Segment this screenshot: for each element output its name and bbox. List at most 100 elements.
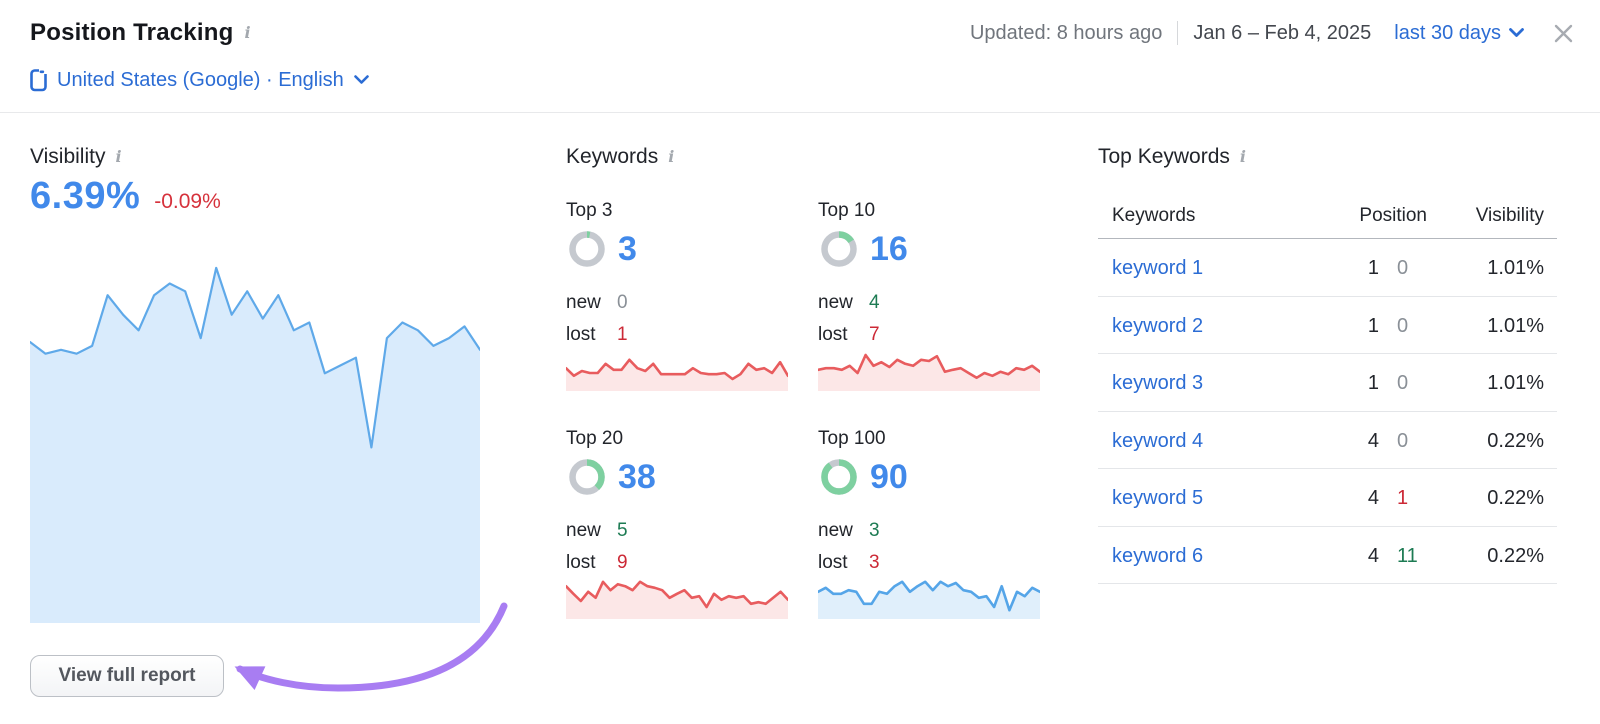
keyword-link[interactable]: keyword 2 bbox=[1112, 315, 1203, 338]
top-keywords-section: Top Keywords i Keywords Position Visibil… bbox=[1098, 145, 1557, 584]
new-label: new bbox=[818, 292, 853, 313]
info-icon[interactable]: i bbox=[668, 149, 674, 165]
table-row: keyword 4 4 0 0.22% bbox=[1098, 412, 1557, 469]
card-count: 38 bbox=[618, 458, 656, 496]
table-row: keyword 3 1 0 1.01% bbox=[1098, 354, 1557, 412]
position-diff: 1 bbox=[1397, 487, 1409, 509]
lost-value: 7 bbox=[869, 324, 880, 345]
table-row: keyword 6 4 11 0.22% bbox=[1098, 527, 1557, 584]
visibility-value: 6.39% bbox=[30, 175, 141, 217]
visibility-title: Visibility bbox=[30, 145, 106, 168]
table-body: keyword 1 1 0 1.01% keyword 2 1 0 1.01% … bbox=[1098, 238, 1557, 584]
position-tracking-widget: Position Tracking i Updated: 8 hours ago… bbox=[0, 0, 1600, 724]
lost-label: lost bbox=[566, 552, 596, 573]
top-keywords-title: Top Keywords bbox=[1098, 145, 1230, 168]
lost-label: lost bbox=[818, 324, 848, 345]
position-diff: 11 bbox=[1397, 544, 1418, 567]
donut-chart bbox=[821, 231, 857, 267]
period-selector-label: last 30 days bbox=[1394, 21, 1501, 44]
column-header-keywords: Keywords bbox=[1112, 205, 1196, 226]
lost-label: lost bbox=[566, 324, 596, 345]
table-row: keyword 1 1 0 1.01% bbox=[1098, 239, 1557, 297]
visibility-value: 0.22% bbox=[1487, 429, 1544, 452]
table-header: Keywords Position Visibility bbox=[1098, 197, 1557, 238]
location-selector[interactable]: United States (Google) · English bbox=[30, 66, 369, 94]
card-label: Top 10 bbox=[818, 200, 876, 221]
position-diff: 0 bbox=[1397, 314, 1409, 337]
card-count: 90 bbox=[870, 458, 908, 496]
position-value: 4 bbox=[1367, 544, 1379, 567]
location-selector-label: United States (Google) · English bbox=[57, 68, 344, 91]
position-diff: 0 bbox=[1397, 257, 1409, 279]
new-value: 5 bbox=[617, 520, 628, 541]
sparkline-chart bbox=[566, 358, 788, 391]
visibility-value: 0.22% bbox=[1487, 544, 1544, 567]
position-value: 4 bbox=[1367, 429, 1379, 452]
visibility-value: 1.01% bbox=[1487, 314, 1544, 337]
keyword-link[interactable]: keyword 1 bbox=[1112, 257, 1203, 280]
position-value: 1 bbox=[1367, 372, 1379, 394]
visibility-section: Visibility i 6.39% -0.09% View full repo… bbox=[30, 145, 480, 705]
close-icon bbox=[1554, 24, 1573, 42]
column-header-position: Position bbox=[1359, 205, 1427, 226]
chevron-down-icon bbox=[354, 75, 369, 84]
visibility-value: 1.01% bbox=[1487, 257, 1544, 279]
visibility-area-chart bbox=[30, 266, 480, 623]
table-row: keyword 2 1 0 1.01% bbox=[1098, 297, 1557, 354]
card-label: Top 100 bbox=[818, 428, 886, 449]
header-divider bbox=[0, 112, 1600, 113]
column-header-visibility: Visibility bbox=[1475, 205, 1544, 226]
new-label: new bbox=[566, 292, 601, 313]
period-selector[interactable]: last 30 days bbox=[1394, 22, 1524, 45]
card-count: 16 bbox=[870, 230, 908, 268]
new-label: new bbox=[818, 520, 853, 541]
donut-chart bbox=[569, 459, 605, 495]
visibility-change: -0.09% bbox=[154, 190, 221, 213]
donut-chart bbox=[569, 231, 605, 267]
info-icon[interactable]: i bbox=[115, 149, 121, 165]
widget-header: Position Tracking i Updated: 8 hours ago… bbox=[30, 16, 1574, 50]
lost-value: 3 bbox=[869, 552, 880, 573]
chevron-down-icon bbox=[1509, 28, 1524, 37]
lost-value: 1 bbox=[617, 324, 628, 345]
new-value: 3 bbox=[869, 520, 880, 541]
donut-chart bbox=[821, 459, 857, 495]
position-value: 4 bbox=[1367, 487, 1379, 509]
keyword-card-top100: Top 100 90 new 3 lost 3 bbox=[818, 429, 1040, 625]
keyword-link[interactable]: keyword 6 bbox=[1112, 545, 1203, 568]
keyword-link[interactable]: keyword 5 bbox=[1112, 487, 1203, 510]
info-icon[interactable]: i bbox=[244, 25, 250, 41]
keyword-link[interactable]: keyword 3 bbox=[1112, 372, 1203, 395]
keywords-section: Keywords i Top 3 3 new 0 lost 1 Top 10 16 … bbox=[566, 145, 1040, 635]
device-icon bbox=[30, 68, 47, 92]
view-full-report-button[interactable]: View full report bbox=[30, 655, 224, 697]
lost-label: lost bbox=[818, 552, 848, 573]
sparkline-chart bbox=[818, 353, 1040, 391]
new-label: new bbox=[566, 520, 601, 541]
card-label: Top 20 bbox=[566, 428, 624, 449]
divider bbox=[1177, 21, 1179, 45]
sparkline-chart bbox=[818, 580, 1040, 619]
visibility-value: 1.01% bbox=[1487, 372, 1544, 394]
close-button[interactable] bbox=[1553, 23, 1574, 44]
page-title: Position Tracking bbox=[30, 19, 234, 46]
keyword-card-top10: Top 10 16 new 4 lost 7 bbox=[818, 201, 1040, 397]
table-row: keyword 5 4 1 0.22% bbox=[1098, 469, 1557, 527]
position-value: 1 bbox=[1367, 314, 1379, 337]
lost-value: 9 bbox=[617, 552, 628, 573]
card-count: 3 bbox=[618, 230, 637, 268]
updated-timestamp: Updated: 8 hours ago bbox=[969, 21, 1163, 44]
visibility-value: 0.22% bbox=[1487, 487, 1544, 509]
keyword-card-top20: Top 20 38 new 5 lost 9 bbox=[566, 429, 788, 625]
keyword-card-top3: Top 3 3 new 0 lost 1 bbox=[566, 201, 788, 397]
position-value: 1 bbox=[1367, 257, 1379, 279]
date-range: Jan 6 – Feb 4, 2025 bbox=[1193, 21, 1372, 44]
sparkline-chart bbox=[566, 580, 788, 619]
position-diff: 0 bbox=[1397, 429, 1409, 452]
keywords-title: Keywords bbox=[566, 145, 659, 168]
keyword-link[interactable]: keyword 4 bbox=[1112, 430, 1203, 453]
card-label: Top 3 bbox=[566, 200, 613, 221]
info-icon[interactable]: i bbox=[1240, 149, 1246, 165]
position-diff: 0 bbox=[1397, 372, 1409, 394]
new-value: 4 bbox=[869, 292, 880, 313]
